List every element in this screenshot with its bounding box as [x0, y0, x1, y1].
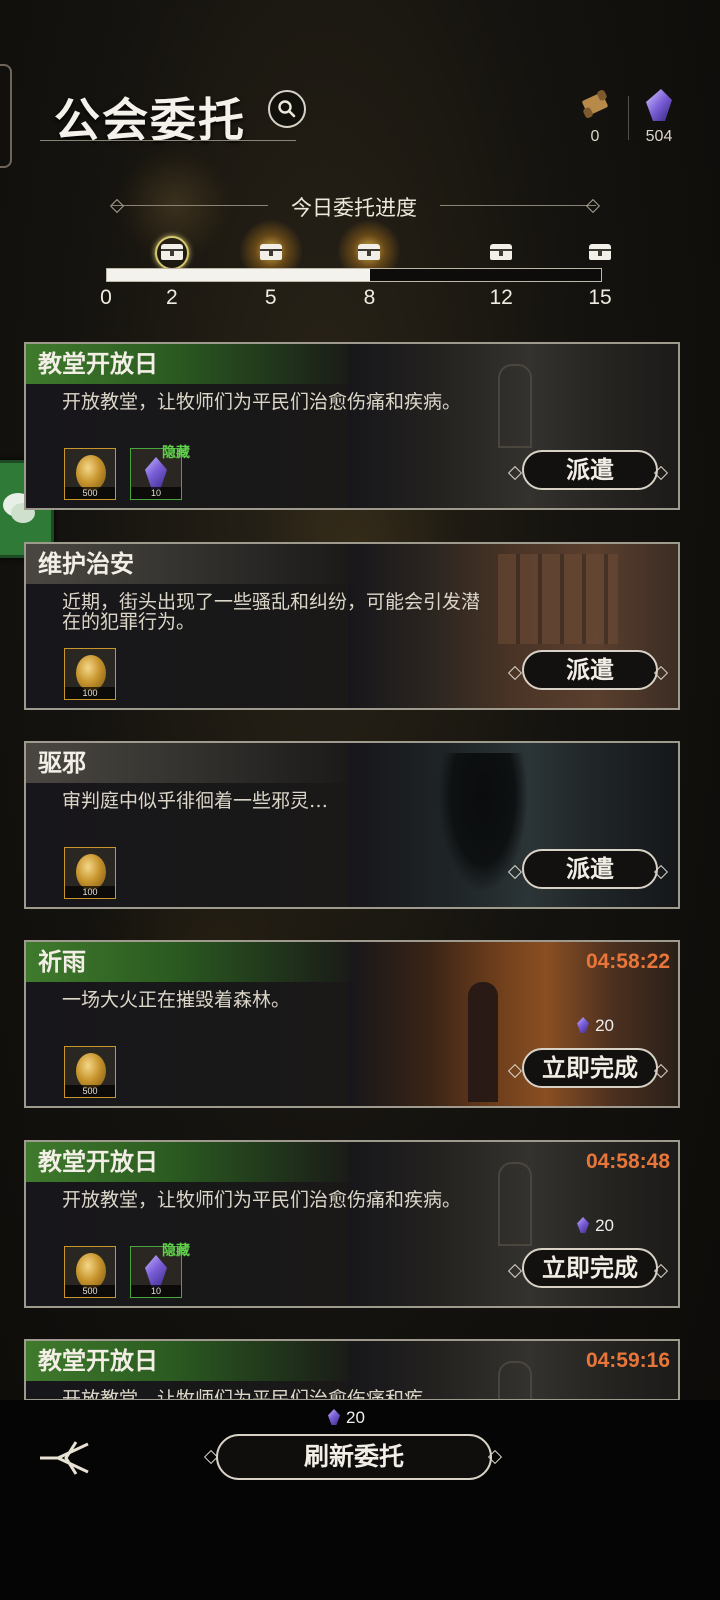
hidden-reward-tag: 隐藏: [162, 445, 190, 461]
quest-timer: 04:59:16: [585, 1349, 670, 1372]
chest-lock: [367, 251, 372, 256]
progress-tick-label: 5: [264, 286, 277, 309]
gold-coin-icon: [76, 1253, 106, 1289]
reward-quantity: 10: [131, 487, 181, 499]
progress-tick-label: 15: [588, 286, 612, 309]
refresh-quests-button[interactable]: 刷新委托: [216, 1434, 492, 1480]
reward-coin[interactable]: 500: [64, 1246, 116, 1298]
quest-card: 教堂开放日 04:59:16 开放教堂，让牧师们为平民们治愈伤痛和疾: [24, 1339, 680, 1401]
scroll-icon: [582, 90, 608, 118]
quest-description: 审判庭中似乎徘徊着一些邪灵…: [62, 790, 329, 812]
hidden-reward-tag: 隐藏: [162, 1243, 190, 1259]
crystal-icon: [577, 1217, 590, 1233]
back-arrow-icon[interactable]: [36, 1438, 92, 1478]
scroll-resource: 0: [560, 88, 630, 146]
quest-card: 教堂开放日 04:58:48 开放教堂，让牧师们为平民们治愈伤痛和疾病。 500 10 隐…: [24, 1140, 680, 1308]
side-panel-tab[interactable]: [0, 64, 12, 168]
quest-card: 教堂开放日开放教堂，让牧师们为平民们治愈伤痛和疾病。 500 10 隐藏 派遣: [24, 342, 680, 510]
reward-quantity: 100: [65, 886, 115, 898]
reward-coin[interactable]: 100: [64, 648, 116, 700]
reward-coin[interactable]: 500: [64, 1046, 116, 1098]
gold-coin-icon: [76, 455, 106, 491]
instant-complete-button[interactable]: 立即完成: [522, 1048, 658, 1088]
milestone-chest-ready[interactable]: [237, 220, 304, 282]
quest-description: 开放教堂，让牧师们为平民们治愈伤痛和疾病。: [62, 391, 462, 413]
reward-quantity: 500: [65, 487, 115, 499]
milestone-chest-locked: [589, 240, 611, 262]
dispatch-button[interactable]: 派遣: [522, 450, 658, 490]
instant-complete-button[interactable]: 立即完成: [522, 1248, 658, 1288]
chest-lock: [499, 251, 504, 256]
progress-tick-label: 8: [363, 286, 376, 309]
gold-coin-icon: [76, 1053, 106, 1089]
crystal-resource: 504: [624, 88, 694, 146]
milestone-chest-ready[interactable]: [336, 220, 403, 282]
quest-title: 维护治安: [26, 544, 356, 584]
progress-tick-label: 12: [489, 286, 513, 309]
reward-quantity: 500: [65, 1285, 115, 1297]
complete-cost: 20: [577, 1016, 614, 1036]
quest-title: 教堂开放日: [26, 344, 356, 384]
complete-cost-value: 20: [595, 1016, 614, 1035]
title-underline: [40, 140, 296, 141]
quest-title: 教堂开放日: [26, 1142, 356, 1182]
quest-title: 教堂开放日: [26, 1341, 356, 1381]
milestone-chest-claimed: [154, 236, 189, 270]
complete-cost: 20: [577, 1216, 614, 1236]
dispatch-button[interactable]: 派遣: [522, 650, 658, 690]
refresh-cost: 20: [328, 1408, 365, 1428]
chest-lock: [169, 251, 174, 256]
quest-card: 祈雨 04:58:22 一场大火正在摧毁着森林。 500 20 立即完成: [24, 940, 680, 1108]
chest-lock: [268, 251, 273, 256]
dispatch-button[interactable]: 派遣: [522, 849, 658, 889]
reward-quantity: 500: [65, 1085, 115, 1097]
progress-bar: [106, 268, 602, 282]
crystal-icon: [328, 1409, 340, 1425]
scroll-count: 0: [590, 128, 600, 145]
progress-tick-label: 2: [166, 286, 178, 309]
quest-title: 祈雨: [26, 942, 356, 982]
progress-tick-label: 0: [100, 286, 112, 309]
reward-quantity: 100: [65, 687, 115, 699]
crystal-count: 504: [645, 128, 673, 145]
crystal-icon: [646, 89, 672, 121]
quest-description: 开放教堂，让牧师们为平民们治愈伤痛和疾病。: [62, 1189, 462, 1211]
crystal-icon: [577, 1017, 590, 1033]
quest-card: 维护治安近期，街头出现了一些骚乱和纠纷，可能会引发潜在的犯罪行为。 100 派遣: [24, 542, 680, 710]
milestone-chest-locked: [490, 240, 513, 262]
gold-coin-icon: [76, 655, 106, 691]
refresh-cost-value: 20: [346, 1408, 365, 1427]
bottom-bar: [0, 1400, 720, 1600]
quest-title: 驱邪: [26, 743, 356, 783]
chest-lock: [598, 251, 602, 256]
reward-coin[interactable]: 100: [64, 847, 116, 899]
quest-timer: 04:58:48: [585, 1150, 670, 1173]
reward-quantity: 10: [131, 1285, 181, 1297]
quest-card: 驱邪审判庭中似乎徘徊着一些邪灵… 100 派遣: [24, 741, 680, 909]
magnifier-icon: [278, 100, 296, 118]
quest-description: 近期，街头出现了一些骚乱和纠纷，可能会引发潜在的犯罪行为。: [62, 591, 481, 633]
progress-bar-fill: [107, 269, 371, 281]
search-button[interactable]: [268, 90, 306, 128]
gold-coin-icon: [76, 854, 106, 890]
progress-title: 今日委托进度: [291, 196, 417, 220]
quest-timer: 04:58:22: [585, 950, 670, 973]
reward-coin[interactable]: 500: [64, 448, 116, 500]
progress-title-rule: [440, 205, 596, 206]
complete-cost-value: 20: [595, 1216, 614, 1235]
quest-description: 一场大火正在摧毁着森林。: [62, 989, 291, 1011]
